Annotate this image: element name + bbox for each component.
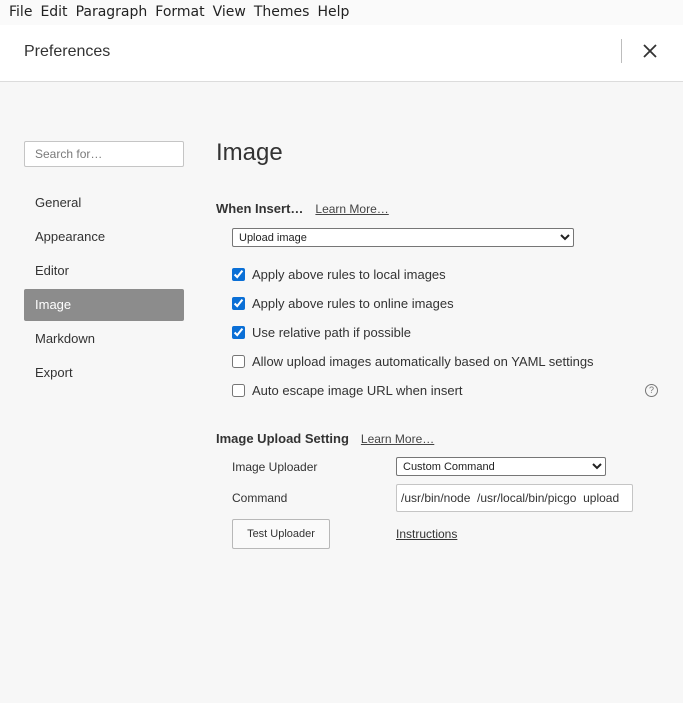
image-uploader-select[interactable]: Custom Command: [396, 457, 606, 476]
sidebar-item-editor[interactable]: Editor: [24, 255, 184, 287]
uploader-row: Image Uploader Custom Command: [232, 457, 606, 476]
option-yaml-upload: Allow upload images automatically based …: [232, 347, 666, 376]
instructions-link[interactable]: Instructions: [396, 527, 457, 541]
sidebar-item-image[interactable]: Image: [24, 289, 184, 321]
preferences-header: Preferences: [0, 25, 683, 82]
command-label: Command: [232, 491, 288, 505]
menu-bar: File Edit Paragraph Format View Themes H…: [0, 0, 683, 25]
option-auto-escape: Auto escape image URL when insert ?: [232, 376, 666, 405]
relative-path-checkbox[interactable]: [232, 326, 245, 339]
upload-setting-heading: Image Upload Setting: [216, 431, 349, 446]
sidebar-item-appearance[interactable]: Appearance: [24, 221, 184, 253]
menu-edit[interactable]: Edit: [36, 0, 71, 25]
auto-escape-checkbox[interactable]: [232, 384, 245, 397]
menu-file[interactable]: File: [5, 0, 36, 25]
menu-view[interactable]: View: [209, 0, 250, 25]
sidebar-item-markdown[interactable]: Markdown: [24, 323, 184, 355]
online-images-label: Apply above rules to online images: [252, 296, 454, 311]
page-title: Image: [216, 139, 283, 166]
option-relative-path: Use relative path if possible: [232, 318, 666, 347]
close-button[interactable]: [636, 39, 664, 63]
sidebar-nav: General Appearance Editor Image Markdown…: [24, 187, 184, 389]
sidebar-item-general[interactable]: General: [24, 187, 184, 219]
header-divider: [621, 39, 622, 63]
upload-learn-more-link[interactable]: Learn More…: [361, 432, 434, 446]
when-insert-select[interactable]: Upload image: [232, 228, 574, 247]
menu-themes[interactable]: Themes: [250, 0, 314, 25]
command-row: Command: [232, 484, 633, 512]
image-settings-panel: Image When Insert… Learn More… Upload im…: [216, 138, 666, 568]
menu-paragraph[interactable]: Paragraph: [72, 0, 152, 25]
relative-path-label: Use relative path if possible: [252, 325, 411, 340]
menu-format[interactable]: Format: [151, 0, 208, 25]
when-insert-options: Apply above rules to local images Apply …: [232, 260, 666, 405]
local-images-label: Apply above rules to local images: [252, 267, 446, 282]
test-uploader-button[interactable]: Test Uploader: [232, 519, 330, 549]
preferences-sidebar: General Appearance Editor Image Markdown…: [24, 141, 184, 391]
when-insert-learn-more-link[interactable]: Learn More…: [315, 202, 388, 216]
option-local-images: Apply above rules to local images: [232, 260, 666, 289]
when-insert-heading: When Insert…: [216, 201, 304, 216]
command-input[interactable]: [396, 484, 633, 512]
yaml-upload-checkbox[interactable]: [232, 355, 245, 368]
close-icon: [643, 44, 657, 58]
test-row: Test Uploader Instructions: [232, 519, 457, 549]
auto-escape-label: Auto escape image URL when insert: [252, 383, 463, 398]
upload-setting-header: Image Upload Setting Learn More…: [216, 431, 434, 446]
option-online-images: Apply above rules to online images: [232, 289, 666, 318]
question-circle-icon[interactable]: ?: [645, 384, 658, 397]
sidebar-item-export[interactable]: Export: [24, 357, 184, 389]
when-insert-header: When Insert… Learn More…: [216, 201, 389, 216]
online-images-checkbox[interactable]: [232, 297, 245, 310]
preferences-title: Preferences: [24, 43, 111, 60]
local-images-checkbox[interactable]: [232, 268, 245, 281]
menu-help[interactable]: Help: [313, 0, 353, 25]
yaml-upload-label: Allow upload images automatically based …: [252, 354, 594, 369]
search-input[interactable]: [24, 141, 184, 167]
image-uploader-label: Image Uploader: [232, 459, 318, 474]
